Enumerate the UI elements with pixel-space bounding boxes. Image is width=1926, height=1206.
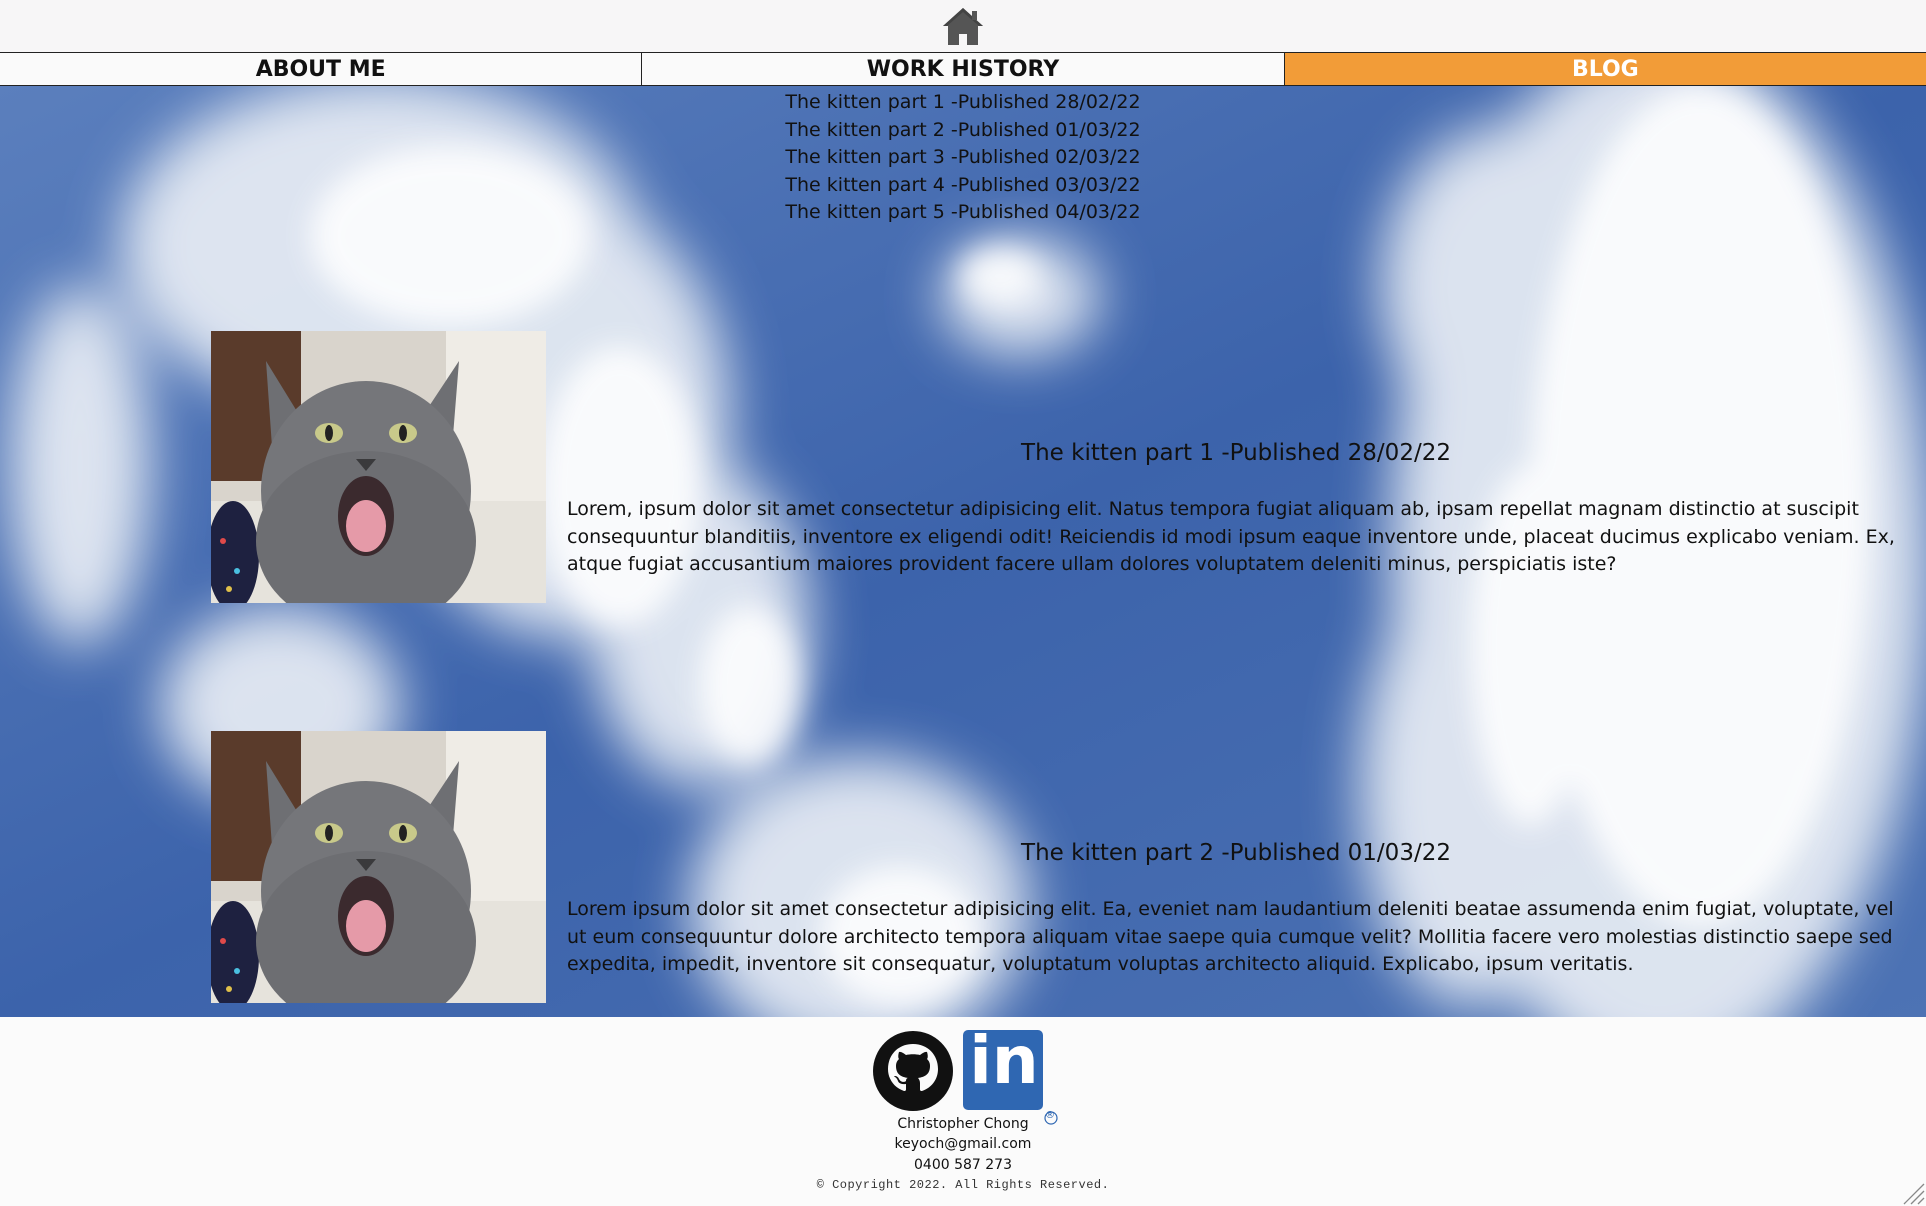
footer: in ® Christopher Chong keyoch@gmail.com … <box>0 1017 1926 1206</box>
copyright-text: © Copyright 2022. All Rights Reserved. <box>816 1178 1110 1192</box>
tab-blog[interactable]: BLOG <box>1284 53 1926 85</box>
post-link[interactable]: The kitten part 3 -Published 02/03/22 <box>785 144 1140 172</box>
post-title: The kitten part 2 -Published 01/03/22 <box>1021 840 1451 866</box>
home-icon[interactable] <box>941 5 985 47</box>
post-list: The kitten part 1 -Published 28/02/22 Th… <box>0 86 1926 227</box>
kitten-photo <box>211 731 546 1003</box>
kitten-photo <box>211 331 546 603</box>
tab-about-me[interactable]: ABOUT ME <box>0 53 643 85</box>
footer-name: Christopher Chong <box>897 1116 1029 1132</box>
tab-work-history[interactable]: WORK HISTORY <box>642 53 1285 85</box>
post-link[interactable]: The kitten part 5 -Published 04/03/22 <box>785 199 1140 227</box>
post-link[interactable]: The kitten part 2 -Published 01/03/22 <box>785 117 1140 145</box>
footer-email: keyoch@gmail.com <box>894 1136 1032 1152</box>
footer-phone: 0400 587 273 <box>914 1157 1012 1173</box>
post-link[interactable]: The kitten part 1 -Published 28/02/22 <box>785 89 1140 117</box>
linkedin-mark: in <box>969 1022 1039 1099</box>
resize-handle-icon[interactable] <box>1900 1180 1926 1206</box>
main-nav: ABOUT ME WORK HISTORY BLOG <box>0 52 1926 86</box>
github-icon[interactable] <box>872 1030 954 1112</box>
post-title: The kitten part 1 -Published 28/02/22 <box>1021 440 1451 466</box>
header <box>0 0 1926 52</box>
linkedin-icon[interactable]: in ® <box>962 1022 1058 1126</box>
post-body: Lorem, ipsum dolor sit amet consectetur … <box>567 498 1895 575</box>
post-link[interactable]: The kitten part 4 -Published 03/03/22 <box>785 172 1140 200</box>
blog-main: The kitten part 1 -Published 28/02/22 Th… <box>0 86 1926 1017</box>
post-body: Lorem ipsum dolor sit amet consectetur a… <box>567 898 1894 975</box>
